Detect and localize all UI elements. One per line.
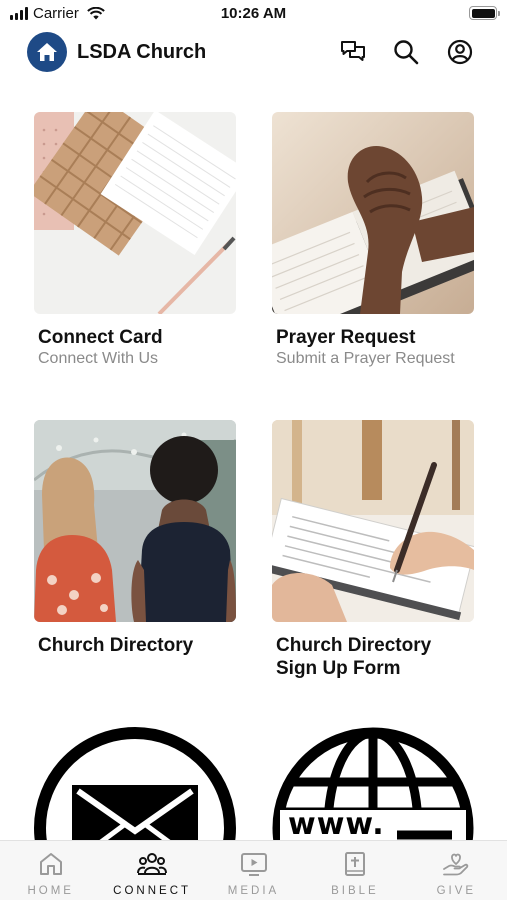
tab-home[interactable]: HOME [0, 841, 101, 900]
tab-give[interactable]: GIVE [406, 841, 507, 900]
account-circle-icon [447, 39, 473, 65]
search-icon [394, 40, 419, 65]
tab-label: BIBLE [331, 885, 379, 897]
prayer-request-tile[interactable]: Prayer Request Submit a Prayer Request [272, 112, 474, 369]
people-icon [137, 853, 168, 875]
app-title: LSDA Church [77, 41, 207, 63]
tile-title: Prayer Request [276, 327, 416, 348]
church-directory-image [34, 420, 236, 622]
tab-connect[interactable]: CONNECT [101, 841, 202, 900]
chat-bubbles-icon [341, 41, 365, 61]
tab-label: MEDIA [227, 885, 280, 897]
connect-card-tile[interactable]: Connect Card Connect With Us [34, 112, 236, 369]
tile-title-line1: Church Directory [276, 635, 432, 656]
email-tile[interactable] [34, 727, 236, 847]
heart-hand-icon [443, 853, 469, 876]
prayer-request-image [272, 112, 474, 314]
messages-button[interactable] [339, 38, 367, 66]
battery-icon [469, 6, 500, 20]
tab-label: GIVE [436, 885, 477, 897]
status-bar: Carrier 10:26 AM [0, 0, 507, 28]
app-header: LSDA Church [0, 30, 507, 78]
tile-title-line2: Sign Up Form [276, 658, 401, 679]
tile-title: Connect Card [38, 327, 163, 348]
tile-subtitle: Submit a Prayer Request [276, 350, 455, 367]
connect-card-image [34, 112, 236, 314]
bottom-tab-bar: HOME CONNECT MEDIA BIBLE GIVE [0, 840, 507, 900]
website-tile[interactable]: www. [272, 727, 474, 847]
church-logo[interactable] [27, 32, 67, 72]
profile-button[interactable] [446, 38, 474, 66]
church-directory-signup-image [272, 420, 474, 622]
envelope-icon [34, 727, 236, 847]
tab-label: HOME [27, 885, 74, 897]
tv-play-icon [240, 853, 267, 876]
tile-subtitle: Connect With Us [38, 350, 159, 367]
house-logo-icon [37, 43, 57, 61]
search-button[interactable] [392, 38, 420, 66]
tab-media[interactable]: MEDIA [203, 841, 304, 900]
church-directory-signup-tile[interactable]: Church Directory Sign Up Form [272, 420, 474, 680]
church-directory-tile[interactable]: Church Directory [34, 420, 236, 657]
tab-label: CONNECT [113, 885, 192, 897]
tile-title: Church Directory Sign Up Form [272, 634, 474, 680]
bible-icon [344, 852, 365, 876]
status-time: 10:26 AM [220, 5, 287, 22]
tile-title: Church Directory [38, 635, 194, 656]
home-icon [39, 853, 62, 875]
tab-bible[interactable]: BIBLE [304, 841, 405, 900]
app-screen: Carrier 10:26 AM LSDA Church Connect Car… [0, 0, 507, 900]
www-text: www. [288, 807, 385, 842]
